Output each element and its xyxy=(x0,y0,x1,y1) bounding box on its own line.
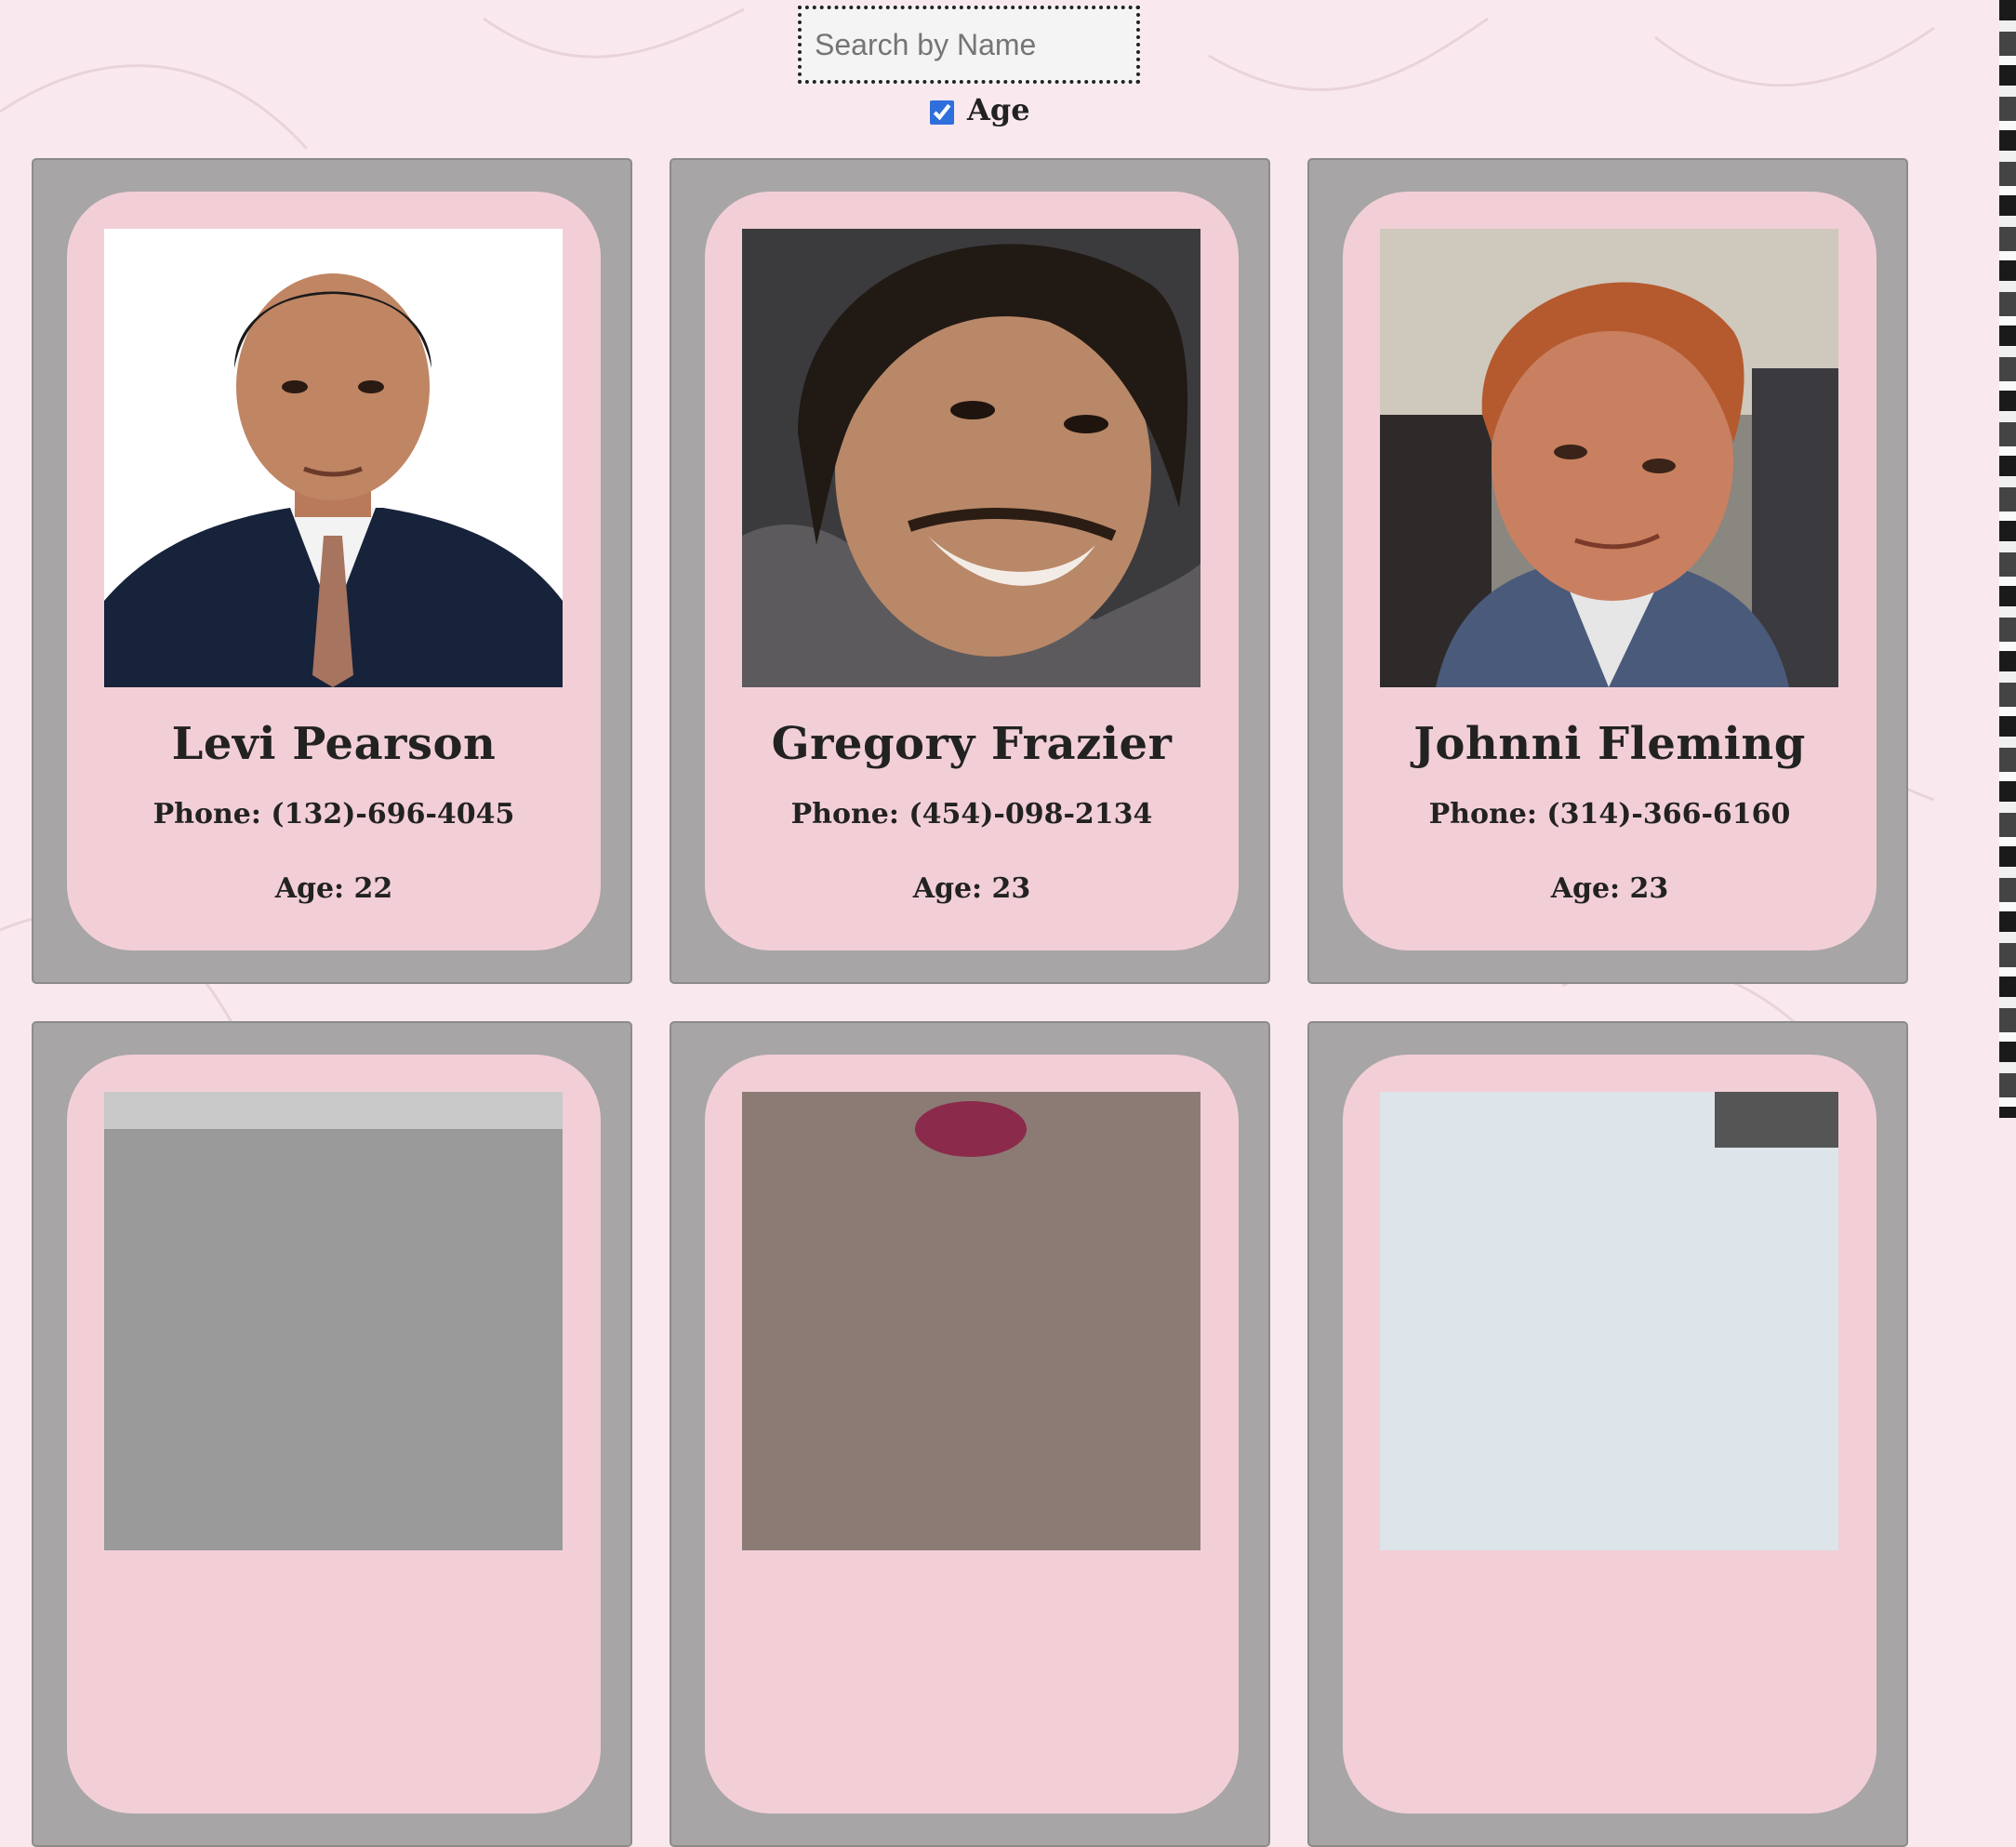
portrait-photo xyxy=(104,1092,563,1550)
person-age: Age: 23 xyxy=(1550,872,1669,905)
person-card: Levi Pearson Phone: (132)-696-4045 Age: … xyxy=(32,158,632,984)
person-phone: Phone: (454)-098-2134 xyxy=(790,798,1153,830)
portrait-photo-icon xyxy=(742,1092,1200,1550)
age-filter: Age xyxy=(930,91,1030,128)
person-phone: Phone: (132)-696-4045 xyxy=(153,798,515,830)
search-input[interactable] xyxy=(798,6,1140,84)
portrait-photo xyxy=(742,229,1200,687)
person-name: Levi Pearson xyxy=(171,718,497,770)
person-card-inner xyxy=(705,1055,1239,1814)
person-card: Gregory Frazier Phone: (454)-098-2134 Ag… xyxy=(670,158,1270,984)
person-card-partial xyxy=(1307,1021,1908,1847)
portrait-photo xyxy=(1380,1092,1838,1550)
person-card-inner xyxy=(1343,1055,1877,1814)
age-checkbox-label[interactable]: Age xyxy=(967,92,1030,127)
person-card-partial xyxy=(670,1021,1270,1847)
person-card-inner: Johnni Fleming Phone: (314)-366-6160 Age… xyxy=(1343,192,1877,950)
portrait-photo xyxy=(1380,229,1838,687)
portrait-photo xyxy=(742,1092,1200,1550)
person-card-inner xyxy=(67,1055,601,1814)
portrait-photo-icon xyxy=(104,1092,563,1550)
person-card-inner: Gregory Frazier Phone: (454)-098-2134 Ag… xyxy=(705,192,1239,950)
person-card-partial xyxy=(32,1021,632,1847)
portrait-photo-icon xyxy=(1380,229,1838,687)
adjacent-window-edge xyxy=(1999,0,2016,1118)
person-age: Age: 22 xyxy=(274,872,393,905)
portrait-photo-icon xyxy=(1380,1092,1838,1550)
person-phone: Phone: (314)-366-6160 xyxy=(1428,798,1791,830)
person-name: Johnni Fleming xyxy=(1413,718,1806,770)
person-card-grid: Levi Pearson Phone: (132)-696-4045 Age: … xyxy=(32,158,1908,1847)
age-checkbox[interactable] xyxy=(930,100,954,125)
person-card-inner: Levi Pearson Phone: (132)-696-4045 Age: … xyxy=(67,192,601,950)
search-container xyxy=(798,6,1140,84)
person-age: Age: 23 xyxy=(912,872,1031,905)
person-card: Johnni Fleming Phone: (314)-366-6160 Age… xyxy=(1307,158,1908,984)
portrait-photo-icon xyxy=(742,229,1200,687)
person-name: Gregory Frazier xyxy=(771,718,1173,770)
portrait-photo xyxy=(104,229,563,687)
portrait-photo-icon xyxy=(104,229,563,687)
